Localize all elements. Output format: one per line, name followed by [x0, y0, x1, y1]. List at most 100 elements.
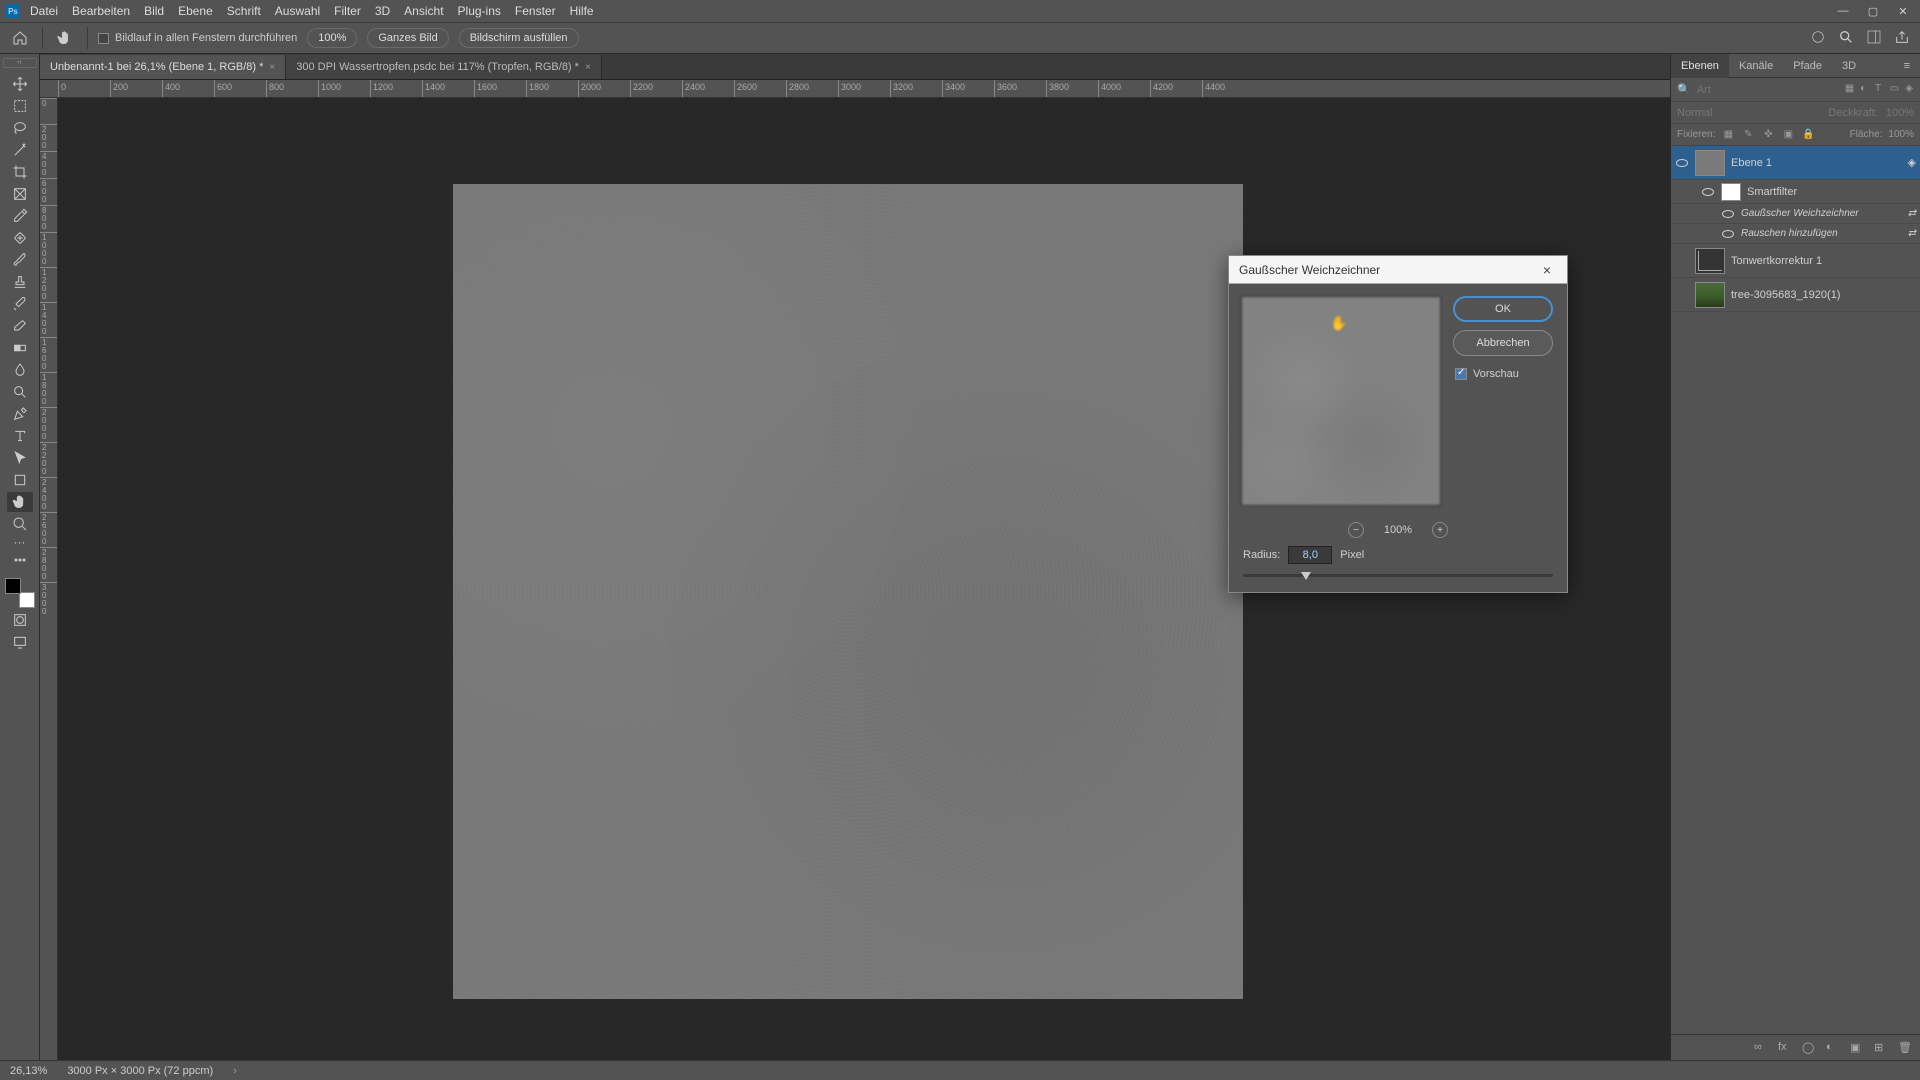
dialog-close-icon[interactable]: × [1537, 262, 1557, 278]
home-icon[interactable] [8, 26, 32, 50]
menu-filter[interactable]: Filter [334, 4, 361, 18]
layer-visibility-icon[interactable] [1721, 227, 1735, 241]
filter-gaussian[interactable]: Gaußscher Weichzeichner ⇄ [1671, 204, 1920, 224]
zoom-tool[interactable] [7, 514, 33, 534]
layer-visibility-icon[interactable] [1701, 185, 1715, 199]
layer-ebene1[interactable]: Ebene 1 ◈ [1671, 146, 1920, 180]
status-docinfo[interactable]: 3000 Px × 3000 Px (72 ppcm) [67, 1065, 213, 1077]
adjustment-layer-icon[interactable]: ◐ [1826, 1041, 1840, 1055]
window-close-icon[interactable]: ✕ [1892, 3, 1914, 19]
delete-layer-icon[interactable]: 🗑 [1898, 1041, 1912, 1055]
layer-thumbnail[interactable] [1695, 282, 1725, 308]
layer-visibility-icon[interactable] [1721, 207, 1735, 221]
filter-shape-icon[interactable]: ▭ [1890, 83, 1899, 97]
new-layer-icon[interactable]: ⊞ [1874, 1041, 1888, 1055]
zoom-out-icon[interactable]: − [1348, 522, 1364, 538]
panel-menu-icon[interactable]: ≡ [1894, 54, 1920, 78]
lock-transparent-icon[interactable]: ▦ [1721, 129, 1735, 140]
layer-smartfilter[interactable]: Smartfilter [1671, 180, 1920, 204]
canvas-artboard[interactable] [453, 184, 1243, 999]
ok-button[interactable]: OK [1453, 296, 1553, 322]
background-swatch[interactable] [19, 592, 35, 608]
layer-mask-icon[interactable]: ◯ [1802, 1041, 1816, 1055]
menu-schrift[interactable]: Schrift [227, 4, 261, 18]
blur-tool[interactable] [7, 360, 33, 380]
new-group-icon[interactable]: ▣ [1850, 1041, 1864, 1055]
pen-tool[interactable] [7, 404, 33, 424]
tab-2-close-icon[interactable]: × [585, 62, 591, 73]
wand-tool[interactable] [7, 140, 33, 160]
layer-fx-icon[interactable]: fx [1778, 1041, 1792, 1055]
tab-1-close-icon[interactable]: × [269, 62, 275, 73]
horizontal-ruler[interactable]: 0200400600800100012001400160018002000220… [40, 80, 1670, 98]
dodge-tool[interactable] [7, 382, 33, 402]
menu-3d[interactable]: 3D [375, 4, 390, 18]
move-tool[interactable] [7, 74, 33, 94]
radius-input[interactable] [1288, 546, 1332, 564]
menu-fenster[interactable]: Fenster [515, 4, 556, 18]
fill-screen-button[interactable]: Bildschirm ausfüllen [459, 28, 579, 48]
filter-edit-icon[interactable]: ⇄ [1908, 228, 1916, 239]
eraser-tool[interactable] [7, 316, 33, 336]
cancel-button[interactable]: Abbrechen [1453, 330, 1553, 356]
status-zoom[interactable]: 26,13% [10, 1065, 47, 1077]
slider-knob-icon[interactable] [1301, 572, 1311, 580]
lock-position-icon[interactable]: ✜ [1761, 129, 1775, 140]
zoom-100-button[interactable]: 100% [307, 28, 357, 48]
panel-tab-kanaele[interactable]: Kanäle [1729, 54, 1783, 78]
menu-ansicht[interactable]: Ansicht [404, 4, 443, 18]
layer-thumbnail[interactable] [1695, 248, 1725, 274]
history-brush-tool[interactable] [7, 294, 33, 314]
window-minimize-icon[interactable]: — [1832, 3, 1854, 19]
frame-tool[interactable] [7, 184, 33, 204]
share-icon[interactable] [1894, 29, 1912, 47]
layer-tree[interactable]: tree-3095683_1920(1) [1671, 278, 1920, 312]
cloud-docs-icon[interactable] [1810, 29, 1828, 47]
lock-pixels-icon[interactable]: ✎ [1741, 129, 1755, 140]
menu-bild[interactable]: Bild [144, 4, 164, 18]
radius-slider[interactable] [1229, 574, 1567, 592]
hand-tool[interactable] [7, 492, 33, 512]
menu-plugins[interactable]: Plug-ins [458, 4, 501, 18]
crop-tool[interactable] [7, 162, 33, 182]
layer-visibility-icon[interactable] [1675, 288, 1689, 302]
fill-value[interactable]: 100% [1888, 129, 1914, 140]
fit-screen-button[interactable]: Ganzes Bild [367, 28, 448, 48]
dialog-titlebar[interactable]: Gaußscher Weichzeichner × [1229, 256, 1567, 284]
document-tab-1[interactable]: Unbenannt-1 bei 26,1% (Ebene 1, RGB/8) *… [40, 55, 286, 79]
hand-tool-icon[interactable] [53, 26, 77, 50]
menu-datei[interactable]: Datei [30, 4, 58, 18]
filter-type-icon[interactable]: T [1875, 83, 1884, 97]
stamp-tool[interactable] [7, 272, 33, 292]
link-layers-icon[interactable]: ∞ [1754, 1041, 1768, 1055]
vertical-ruler[interactable]: 02 0 04 0 06 0 08 0 01 0 0 01 2 0 01 4 0… [40, 98, 58, 1060]
window-maximize-icon[interactable]: ▢ [1862, 3, 1884, 19]
opacity-value[interactable]: 100% [1886, 107, 1914, 119]
search-icon[interactable] [1838, 29, 1856, 47]
marquee-tool[interactable] [7, 96, 33, 116]
brush-tool[interactable] [7, 250, 33, 270]
edit-toolbar-icon[interactable] [7, 550, 33, 570]
blend-mode-select[interactable]: Normal [1677, 107, 1820, 119]
eyedropper-tool[interactable] [7, 206, 33, 226]
filter-mask-thumbnail[interactable] [1721, 183, 1741, 201]
gradient-tool[interactable] [7, 338, 33, 358]
workspace-icon[interactable] [1866, 29, 1884, 47]
status-flyout-icon[interactable]: › [233, 1065, 237, 1077]
filter-adjust-icon[interactable]: ◐ [1860, 83, 1869, 97]
layer-curves[interactable]: Tonwertkorrektur 1 [1671, 244, 1920, 278]
toolbar-collapse-icon[interactable]: ‹‹ [3, 58, 37, 68]
scroll-all-windows-checkbox[interactable]: Bildlauf in allen Fenstern durchführen [98, 32, 297, 44]
panel-tab-pfade[interactable]: Pfade [1783, 54, 1832, 78]
color-swatches[interactable] [5, 578, 35, 608]
lock-all-icon[interactable]: 🔒 [1801, 129, 1815, 140]
panel-tab-3d[interactable]: 3D [1832, 54, 1866, 78]
lasso-tool[interactable] [7, 118, 33, 138]
panel-tab-ebenen[interactable]: Ebenen [1671, 54, 1729, 78]
dialog-preview[interactable]: ✋ [1241, 296, 1441, 506]
filter-edit-icon[interactable]: ⇄ [1908, 208, 1916, 219]
layer-visibility-icon[interactable] [1675, 156, 1689, 170]
zoom-in-icon[interactable]: + [1432, 522, 1448, 538]
layer-thumbnail[interactable] [1695, 150, 1725, 176]
filter-noise[interactable]: Rauschen hinzufügen ⇄ [1671, 224, 1920, 244]
